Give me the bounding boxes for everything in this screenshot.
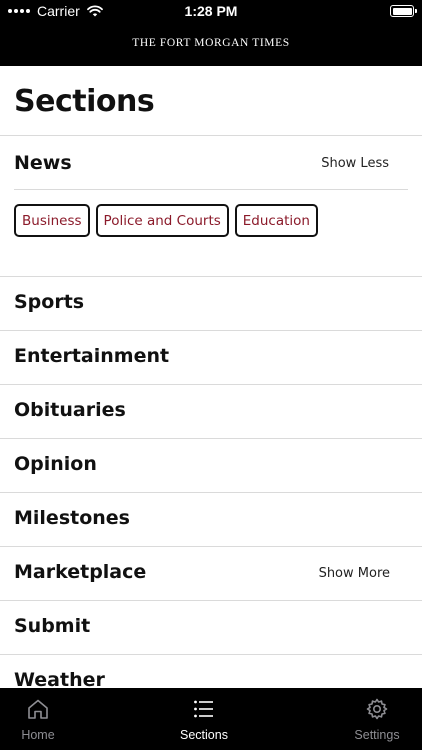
section-row-weather[interactable]: Weather — [0, 655, 422, 688]
tab-settings[interactable]: Settings — [327, 688, 422, 750]
section-row-entertainment[interactable]: Entertainment — [0, 331, 422, 385]
home-icon — [28, 699, 48, 719]
show-less-button[interactable]: Show Less — [321, 156, 389, 171]
status-time: 1:28 PM — [184, 3, 238, 19]
section-row-marketplace[interactable]: Marketplace Show More — [0, 547, 422, 601]
masthead-logo: THE FORT MORGAN TIMES — [132, 37, 290, 49]
chip-police-and-courts[interactable]: Police and Courts — [95, 204, 229, 237]
section-label: Sports — [14, 291, 85, 313]
tab-sections[interactable]: Sections — [154, 688, 254, 750]
tab-label: Sections — [180, 728, 228, 742]
tab-label: Home — [21, 728, 55, 742]
show-more-button[interactable]: Show More — [319, 566, 390, 581]
section-row-opinion[interactable]: Opinion — [0, 439, 422, 493]
section-label: Marketplace — [14, 561, 147, 583]
section-row-sports[interactable]: Sports — [0, 277, 422, 331]
section-row-submit[interactable]: Submit — [0, 601, 422, 655]
section-label: Entertainment — [14, 345, 170, 367]
section-label: Submit — [14, 615, 91, 637]
gear-icon — [366, 698, 388, 720]
tab-home[interactable]: Home — [0, 688, 88, 750]
tab-bar: Home Sections Settings — [0, 688, 422, 750]
section-news-label[interactable]: News — [14, 152, 72, 174]
section-label: Milestones — [14, 507, 130, 529]
section-label: Weather — [14, 669, 105, 688]
status-bar: Carrier 1:28 PM — [0, 0, 422, 22]
page-title: Sections — [14, 84, 155, 119]
divider — [14, 189, 408, 190]
battery-icon — [390, 5, 417, 17]
section-row-obituaries[interactable]: Obituaries — [0, 385, 422, 439]
app-header: Carrier 1:28 PM THE FORT MORGAN TIMES — [0, 0, 422, 66]
section-label: Obituaries — [14, 399, 126, 421]
divider — [0, 135, 422, 136]
list-icon — [194, 700, 213, 718]
section-label: Opinion — [14, 453, 97, 475]
sections-content[interactable]: Sections News Show Less Business Police … — [0, 66, 422, 688]
tab-label: Settings — [354, 728, 400, 742]
subsection-chips: Business Police and Courts Education — [14, 204, 318, 237]
chip-education[interactable]: Education — [234, 204, 318, 237]
chip-business[interactable]: Business — [14, 204, 90, 237]
section-row-milestones[interactable]: Milestones — [0, 493, 422, 547]
